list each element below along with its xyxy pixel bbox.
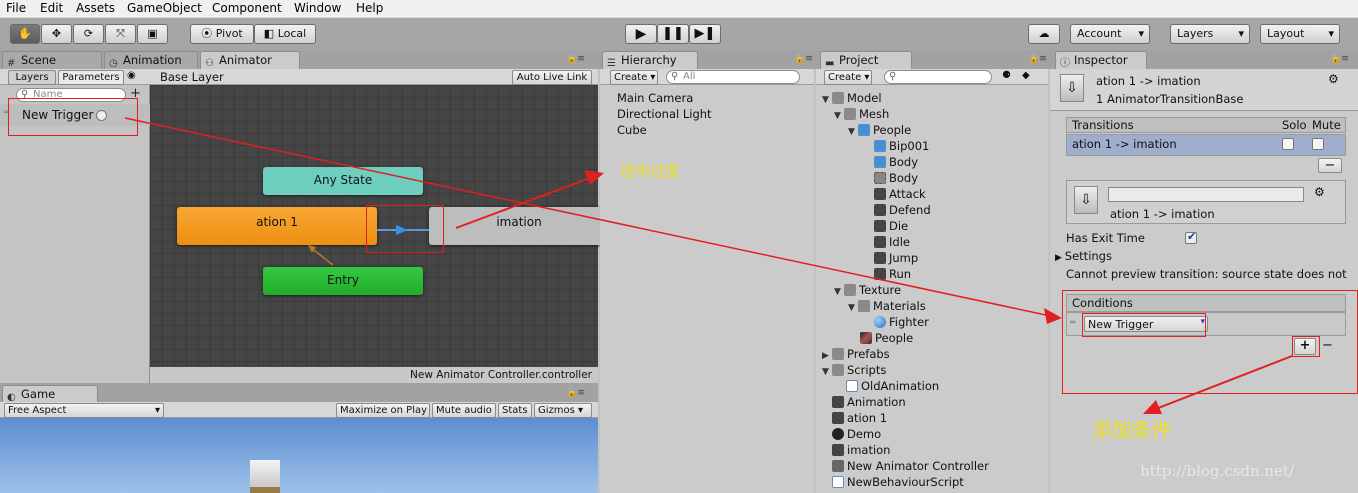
annotation-add-condition: 添加条件	[1092, 418, 1172, 442]
annotation-arrow-line	[124, 117, 1061, 319]
annotation-select-transition: 选中过度	[620, 162, 681, 180]
annotation-arrow-line	[455, 174, 599, 229]
annotation-arrow-line	[1147, 355, 1293, 413]
annotation-arrowhead-icon	[1044, 308, 1062, 324]
annotation-arrowhead-icon	[584, 170, 604, 185]
